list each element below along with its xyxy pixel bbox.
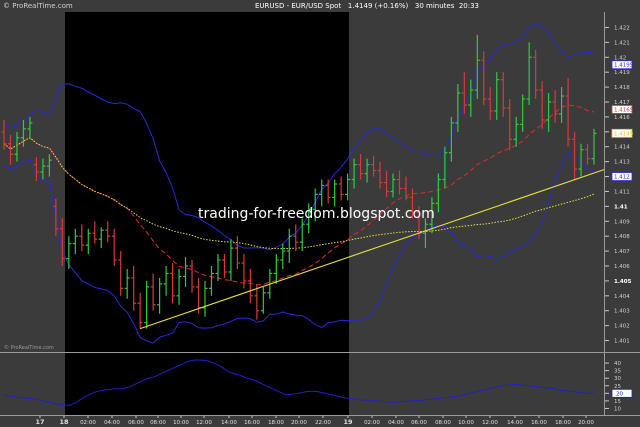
- x-tick-label: 18:00: [555, 420, 571, 426]
- x-tick-label: 06:00: [128, 420, 144, 426]
- price-tag-label: 1.4149: [614, 131, 634, 137]
- x-tick-label: 04:00: [104, 420, 120, 426]
- x-tick-label: 06:00: [411, 420, 427, 426]
- price-y-tick-label: 1.402: [614, 324, 630, 330]
- x-tick-label: 18: [59, 418, 69, 426]
- x-tick-label: 16:00: [244, 420, 260, 426]
- price-y-tick-label: 1.403: [614, 309, 630, 315]
- x-tick-label: 22:00: [315, 420, 331, 426]
- x-tick-label: 08:00: [150, 420, 166, 426]
- oscillator-value-tag: 20: [616, 391, 623, 397]
- oscillator-y-tick-label: 35: [614, 369, 621, 375]
- oscillator-y-tick-label: 10: [614, 406, 621, 412]
- chart-canvas[interactable]: 1.401 1.402 1.403 1.404 1.405 1.406 1.407 1.408…: [0, 0, 640, 427]
- x-tick-label: 18:00: [268, 420, 284, 426]
- x-tick-label: 19: [343, 418, 353, 426]
- price-y-tick-label: 1.422: [614, 25, 630, 31]
- price-y-tick-label: 1.418: [614, 85, 630, 91]
- price-tag-label: 1.412: [614, 175, 630, 181]
- x-tick-label: 16:00: [531, 420, 547, 426]
- x-tick-label: 02:00: [364, 420, 380, 426]
- footer-credit: © ProRealTime.com: [4, 344, 54, 351]
- x-tick-label: 08:00: [435, 420, 451, 426]
- x-tick-label: 02:00: [80, 420, 96, 426]
- price-y-tick-label: 1.407: [614, 249, 630, 255]
- oscillator-y-tick-label: 25: [614, 384, 621, 390]
- price-y-tick-label: 1.409: [614, 219, 630, 225]
- x-tick-label: 14:00: [507, 420, 523, 426]
- x-tick-label: 12:00: [482, 420, 498, 426]
- price-tag-label: 1.4195: [614, 63, 634, 69]
- price-y-tick-label: 1.416: [614, 115, 630, 121]
- x-tick-label: 04:00: [388, 420, 404, 426]
- session-shade-osc: [65, 353, 349, 415]
- oscillator-y-tick-label: 15: [614, 399, 621, 405]
- chart-window: © ProRealTime.com EURUSD - EUR/USD Spot …: [0, 0, 640, 427]
- watermark: trading-for-freedom.blogspot.com: [198, 206, 435, 222]
- price-y-tick-label: 1.401: [614, 339, 630, 345]
- price-y-tick-label: 1.408: [614, 234, 630, 240]
- price-tag-label: 1.4165: [614, 107, 634, 113]
- x-tick-label: 17: [35, 418, 44, 426]
- x-tick-label: 10:00: [173, 420, 189, 426]
- x-tick-label: 20:00: [291, 420, 307, 426]
- price-y-tick-label: 1.413: [614, 160, 630, 166]
- x-tick-label: 20:00: [578, 420, 594, 426]
- price-y-tick-label: 1.421: [614, 40, 630, 46]
- x-tick-label: 14:00: [221, 420, 237, 426]
- price-y-tick-label: 1.405: [614, 279, 632, 285]
- price-y-tick-label: 1.411: [614, 189, 630, 195]
- x-tick-label: 12:00: [196, 420, 212, 426]
- price-y-tick-label: 1.404: [614, 294, 630, 300]
- session-shade: [65, 12, 349, 352]
- price-y-tick-label: 1.419: [614, 70, 630, 76]
- price-y-tick-label: 1.414: [614, 145, 630, 151]
- oscillator-y-tick-label: 40: [614, 361, 621, 367]
- oscillator-y-tick-label: 30: [614, 376, 621, 382]
- price-y-tick-label: 1.406: [614, 264, 630, 270]
- price-y-tick-label: 1.41: [614, 204, 628, 210]
- x-tick-label: 10:00: [458, 420, 474, 426]
